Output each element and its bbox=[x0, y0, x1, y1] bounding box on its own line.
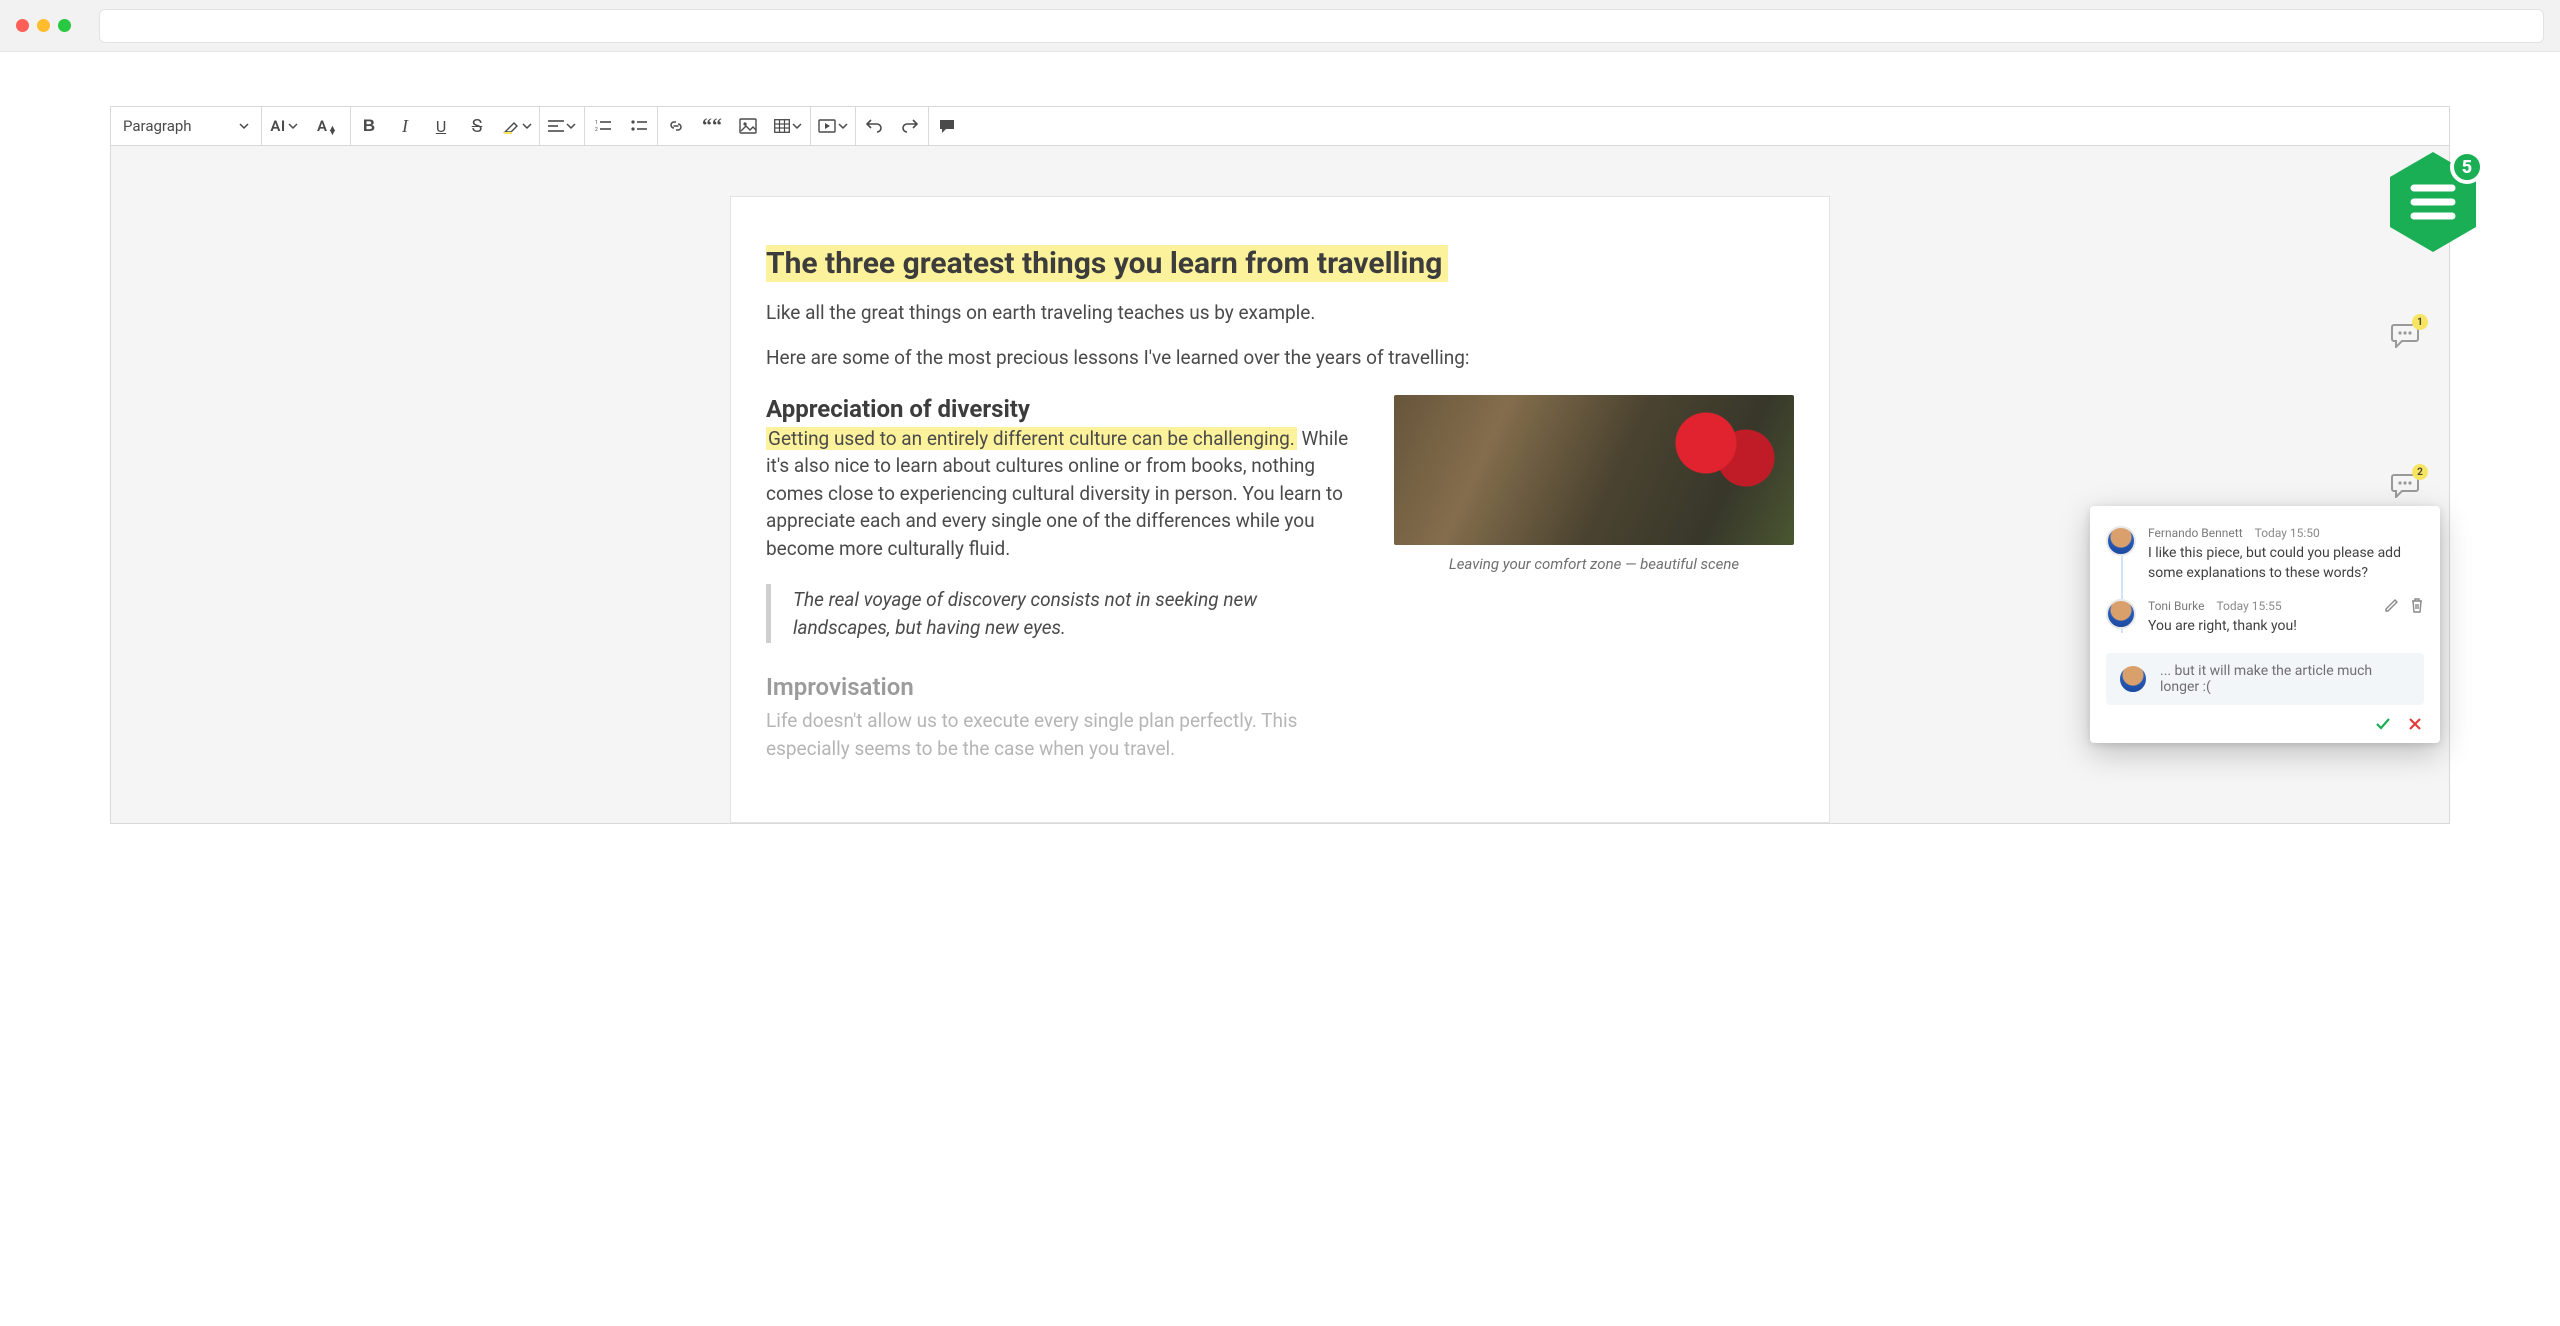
chevron-down-icon bbox=[838, 121, 848, 131]
section-body-appreciation[interactable]: Getting used to an entirely different cu… bbox=[766, 425, 1358, 563]
comment-thread-popover: Fernando Bennett Today 15:50 I like this… bbox=[2090, 506, 2440, 743]
heading-dropdown-label: Paragraph bbox=[123, 117, 192, 135]
svg-text:A: A bbox=[317, 117, 327, 135]
notifications-count: 5 bbox=[2450, 150, 2484, 184]
comment-marker-1[interactable]: 1 bbox=[2390, 322, 2420, 348]
pencil-icon bbox=[2384, 597, 2400, 613]
redo-icon bbox=[901, 119, 919, 133]
comment-marker-2[interactable]: 2 bbox=[2390, 472, 2420, 498]
ai-assist-button[interactable]: AI bbox=[262, 107, 306, 145]
window-close-button[interactable] bbox=[16, 19, 29, 32]
window-minimize-button[interactable] bbox=[37, 19, 50, 32]
svg-text:▼: ▼ bbox=[328, 128, 337, 135]
comment-1-author: Fernando Bennett bbox=[2148, 526, 2243, 540]
strikethrough-icon: S bbox=[472, 116, 483, 137]
document-page[interactable]: The three greatest things you learn from… bbox=[730, 196, 1830, 823]
figure: Leaving your comfort zone — beautiful sc… bbox=[1394, 395, 1794, 573]
undo-icon bbox=[865, 119, 883, 133]
align-button[interactable] bbox=[540, 107, 584, 145]
bold-button[interactable]: B bbox=[351, 107, 387, 145]
comment-marker-2-count: 2 bbox=[2412, 464, 2428, 480]
figure-caption[interactable]: Leaving your comfort zone — beautiful sc… bbox=[1394, 555, 1794, 573]
reply-input-row: ... but it will make the article much lo… bbox=[2106, 653, 2424, 705]
chevron-down-icon bbox=[792, 121, 802, 131]
heading-dropdown[interactable]: Paragraph bbox=[111, 107, 261, 145]
chevron-down-icon bbox=[522, 121, 532, 131]
comment-2-avatar[interactable] bbox=[2106, 599, 2136, 629]
highlighted-sentence: Getting used to an entirely different cu… bbox=[766, 427, 1297, 450]
delete-comment-button[interactable] bbox=[2410, 597, 2424, 617]
cancel-reply-button[interactable] bbox=[2406, 715, 2424, 733]
svg-text:2: 2 bbox=[595, 127, 598, 133]
bold-icon: B bbox=[363, 116, 375, 136]
reply-avatar bbox=[2118, 664, 2148, 694]
bulleted-list-button[interactable] bbox=[621, 107, 657, 145]
blockquote[interactable]: The real voyage of discovery consists no… bbox=[766, 584, 1326, 643]
comment-marker-1-count: 1 bbox=[2412, 314, 2428, 330]
document-title[interactable]: The three greatest things you learn from… bbox=[766, 243, 1794, 283]
comment-2-text: You are right, thank you! bbox=[2148, 617, 2424, 637]
marker-icon bbox=[502, 117, 520, 135]
link-button[interactable] bbox=[658, 107, 694, 145]
comment-1-time: Today 15:50 bbox=[2255, 526, 2320, 540]
table-button[interactable] bbox=[766, 107, 810, 145]
check-icon bbox=[2375, 717, 2391, 731]
editor-toolbar: Paragraph AI A ▲ ▼ B I U S bbox=[110, 106, 2450, 146]
bulleted-list-icon bbox=[631, 119, 647, 133]
numbered-list-button[interactable]: 1 2 bbox=[585, 107, 621, 145]
chevron-down-icon bbox=[566, 121, 576, 131]
highlight-button[interactable] bbox=[495, 107, 539, 145]
numbered-list-icon: 1 2 bbox=[595, 119, 611, 133]
strikethrough-button[interactable]: S bbox=[459, 107, 495, 145]
font-size-button[interactable]: A ▲ ▼ bbox=[306, 107, 350, 145]
notifications-hex-badge[interactable]: 5 bbox=[2386, 148, 2480, 256]
chevron-down-icon bbox=[239, 121, 249, 131]
add-comment-button[interactable] bbox=[929, 107, 965, 145]
comment-2-time: Today 15:55 bbox=[2216, 599, 2281, 613]
figure-image[interactable] bbox=[1394, 395, 1794, 545]
browser-url-bar[interactable] bbox=[99, 9, 2544, 43]
font-size-icon: A ▲ ▼ bbox=[317, 117, 339, 135]
image-button[interactable] bbox=[730, 107, 766, 145]
comment-icon bbox=[938, 118, 956, 134]
media-embed-button[interactable] bbox=[811, 107, 855, 145]
edit-comment-button[interactable] bbox=[2384, 597, 2400, 617]
align-left-icon bbox=[548, 119, 564, 133]
image-icon bbox=[739, 118, 757, 134]
comment-1-avatar[interactable] bbox=[2106, 526, 2136, 556]
app-shell: Paragraph AI A ▲ ▼ B I U S bbox=[0, 52, 2560, 824]
comment-1-text: I like this piece, but could you please … bbox=[2148, 544, 2424, 583]
media-icon bbox=[818, 119, 836, 133]
section-heading-appreciation[interactable]: Appreciation of diversity bbox=[766, 395, 1358, 423]
blockquote-button[interactable]: ““ bbox=[694, 107, 730, 145]
svg-text:1: 1 bbox=[595, 120, 598, 126]
redo-button[interactable] bbox=[892, 107, 928, 145]
underline-icon: U bbox=[436, 117, 446, 136]
italic-icon: I bbox=[402, 116, 408, 137]
italic-button[interactable]: I bbox=[387, 107, 423, 145]
underline-button[interactable]: U bbox=[423, 107, 459, 145]
submit-reply-button[interactable] bbox=[2374, 715, 2392, 733]
table-icon bbox=[774, 119, 790, 133]
quote-icon: ““ bbox=[702, 115, 722, 138]
comment-2: Toni Burke Today 15:55 You are right, th… bbox=[2106, 593, 2424, 647]
close-icon bbox=[2408, 717, 2422, 731]
trash-icon bbox=[2410, 597, 2424, 613]
comment-1: Fernando Bennett Today 15:50 I like this… bbox=[2106, 520, 2424, 593]
section-body-improvisation[interactable]: Life doesn't allow us to execute every s… bbox=[766, 707, 1346, 762]
lead-paragraph-1[interactable]: Like all the great things on earth trave… bbox=[766, 301, 1794, 324]
document-title-text: The three greatest things you learn from… bbox=[766, 245, 1448, 282]
comment-2-author: Toni Burke bbox=[2148, 599, 2204, 613]
link-icon bbox=[667, 117, 685, 135]
browser-chrome bbox=[0, 0, 2560, 52]
ai-label: AI bbox=[270, 117, 285, 135]
lead-paragraph-2[interactable]: Here are some of the most precious lesso… bbox=[766, 346, 1794, 369]
reply-input[interactable]: ... but it will make the article much lo… bbox=[2160, 663, 2412, 695]
undo-button[interactable] bbox=[856, 107, 892, 145]
section-heading-improvisation[interactable]: Improvisation bbox=[766, 673, 1358, 701]
window-zoom-button[interactable] bbox=[58, 19, 71, 32]
chevron-down-icon bbox=[288, 121, 298, 131]
